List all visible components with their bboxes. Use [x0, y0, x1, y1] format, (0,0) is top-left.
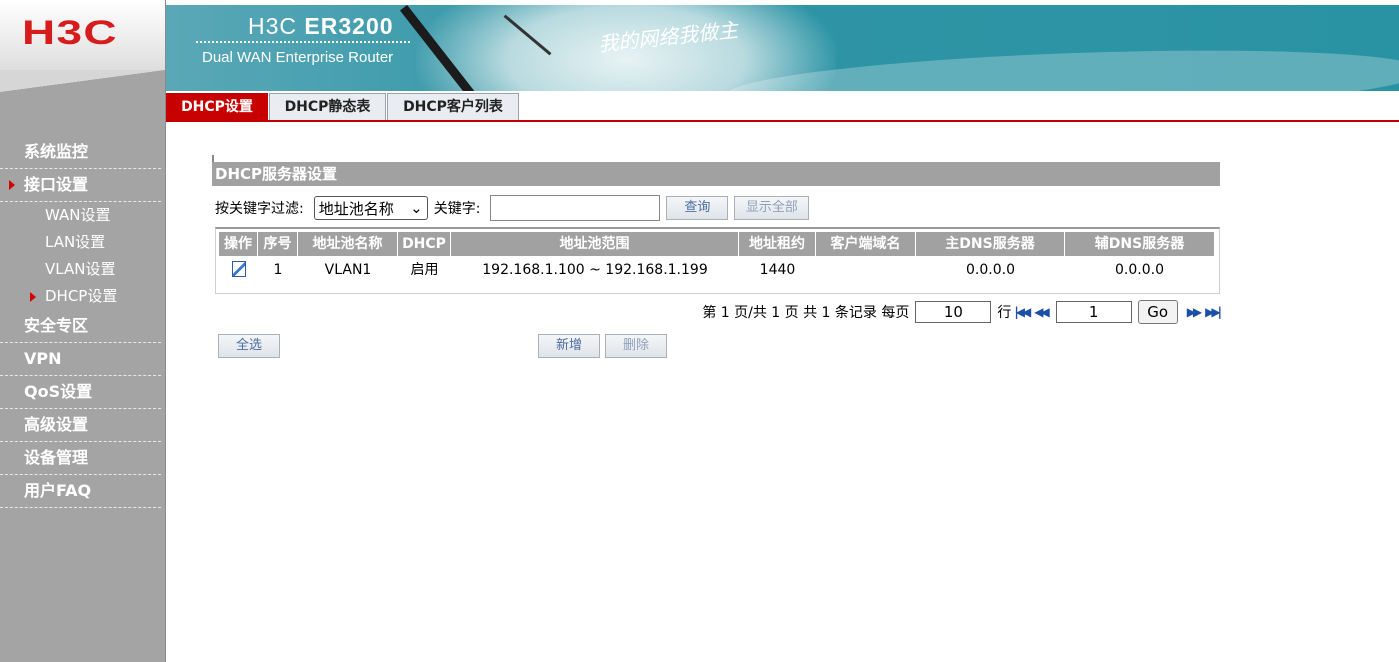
section-title: DHCP服务器设置: [212, 162, 1220, 186]
table-header: 操作 序号 地址池名称 DHCP 地址池范围 地址租约 客户端域名 主DNS服务…: [219, 232, 1214, 256]
column-header: 辅DNS服务器: [1065, 232, 1214, 256]
sidebar-subitem-label: WAN设置: [45, 206, 111, 224]
sidebar-subitem-label: LAN设置: [45, 233, 106, 251]
sidebar-item-label: 高级设置: [24, 415, 89, 434]
sidebar-subitem-lan[interactable]: LAN设置: [0, 229, 165, 256]
h3c-logo: H3C: [22, 14, 118, 52]
active-arrow-icon: [30, 292, 36, 302]
tab-dhcp-client-list[interactable]: DHCP客户列表: [387, 93, 519, 120]
column-header: 地址租约: [739, 232, 816, 256]
sidebar-item-label: 设备管理: [24, 448, 89, 467]
page-number-input[interactable]: 1: [1055, 301, 1132, 323]
keyword-label: 关键字:: [433, 201, 481, 217]
row-seq: 1: [273, 262, 283, 278]
sidebar-item-label: 系统监控: [24, 142, 89, 161]
active-arrow-icon: [9, 180, 15, 190]
sidebar-item-label: QoS设置: [24, 382, 93, 401]
sidebar-item-qos[interactable]: QoS设置: [0, 376, 161, 409]
filter-field-value: 地址池名称: [318, 199, 394, 218]
prev-page-icon[interactable]: ◀◀: [1034, 305, 1050, 319]
sidebar-subitem-vlan[interactable]: VLAN设置: [0, 256, 165, 283]
sidebar-subitem-label: VLAN设置: [45, 260, 116, 278]
column-header: 客户端域名: [816, 232, 916, 256]
tab-dhcp-settings[interactable]: DHCP设置: [166, 93, 268, 120]
first-page-icon[interactable]: |◀◀: [1014, 305, 1031, 319]
sidebar-subitem-label: DHCP设置: [45, 287, 118, 305]
column-header: 地址池名称: [298, 232, 398, 256]
chevron-down-icon: ⌄: [410, 199, 423, 217]
router-admin-page: H3C 系统监控 接口设置 WAN设置 LAN设置 VLAN设置 DHCP设置 …: [0, 0, 1399, 662]
delete-button[interactable]: 删除: [605, 334, 667, 358]
tab-bar: DHCP设置 DHCP静态表 DHCP客户列表: [166, 93, 1399, 122]
edit-icon[interactable]: [231, 261, 246, 277]
sidebar-item-security[interactable]: 安全专区: [0, 310, 161, 343]
go-button[interactable]: Go: [1137, 300, 1178, 324]
pagination: 第 1 页/共 1 页 共 1 条记录 每页 10 行 |◀◀ ◀◀ 1 Go …: [702, 300, 1222, 324]
table-row: 1 VLAN1 启用 192.168.1.100 ~ 192.168.1.199…: [219, 258, 1214, 282]
row-primary-dns: 0.0.0.0: [966, 262, 1015, 278]
pager-summary: 第 1 页/共 1 页 共 1 条记录 每页: [702, 305, 910, 321]
row-pool-name: VLAN1: [324, 262, 372, 278]
logo-divider: [0, 70, 165, 92]
sidebar-subitem-wan[interactable]: WAN设置: [0, 202, 165, 229]
per-page-input[interactable]: 10: [915, 301, 992, 323]
sidebar-item-vpn[interactable]: VPN: [0, 343, 161, 376]
sidebar-item-user-faq[interactable]: 用户FAQ: [0, 475, 161, 508]
row-client-domain: [816, 258, 916, 282]
show-all-button[interactable]: 显示全部: [734, 196, 810, 220]
keyword-input[interactable]: [490, 195, 661, 221]
tab-dhcp-static[interactable]: DHCP静态表: [269, 93, 386, 120]
column-header: DHCP: [398, 232, 451, 256]
column-header: 地址池范围: [451, 232, 739, 256]
sidebar: H3C 系统监控 接口设置 WAN设置 LAN设置 VLAN设置 DHCP设置 …: [0, 0, 166, 662]
filter-bar: 按关键字过滤: 地址池名称 ⌄ 关键字: 查询 显示全部: [215, 194, 810, 222]
product-model: H3C ER3200: [248, 13, 394, 39]
sidebar-item-device-management[interactable]: 设备管理: [0, 442, 161, 475]
header-banner: H3C ER3200 Dual WAN Enterprise Router 我的…: [166, 5, 1399, 91]
next-page-icon[interactable]: ▶▶: [1187, 305, 1203, 319]
sidebar-item-interface-settings[interactable]: 接口设置: [0, 169, 161, 202]
query-button[interactable]: 查询: [666, 196, 729, 220]
sidebar-item-advanced[interactable]: 高级设置: [0, 409, 161, 442]
sidebar-item-system-monitor[interactable]: 系统监控: [0, 136, 161, 169]
dhcp-pool-table: 操作 序号 地址池名称 DHCP 地址池范围 地址租约 客户端域名 主DNS服务…: [215, 227, 1220, 294]
sidebar-menu: 系统监控 接口设置 WAN设置 LAN设置 VLAN设置 DHCP设置 安全专区…: [0, 136, 165, 508]
column-header: 序号: [258, 232, 298, 256]
sidebar-subitem-dhcp[interactable]: DHCP设置: [0, 283, 165, 310]
product-subtitle: Dual WAN Enterprise Router: [202, 49, 394, 66]
select-all-button[interactable]: 全选: [218, 334, 280, 358]
row-pool-range: 192.168.1.100 ~ 192.168.1.199: [482, 262, 708, 278]
filter-field-select[interactable]: 地址池名称 ⌄: [313, 196, 428, 220]
sidebar-item-label: 接口设置: [24, 175, 89, 194]
row-dhcp-status: 启用: [410, 262, 439, 278]
model-underline: [196, 41, 410, 43]
sidebar-item-label: VPN: [24, 349, 62, 368]
filter-label: 按关键字过滤:: [215, 201, 304, 217]
last-page-icon[interactable]: ▶▶|: [1205, 305, 1222, 319]
row-lease: 1440: [759, 262, 796, 278]
sidebar-item-label: 安全专区: [24, 316, 89, 335]
column-header: 主DNS服务器: [916, 232, 1065, 256]
add-button[interactable]: 新增: [538, 334, 600, 358]
table-actions: 全选 新增 删除: [218, 334, 1218, 358]
sidebar-item-label: 用户FAQ: [24, 481, 92, 500]
pager-row-unit: 行: [997, 305, 1012, 321]
row-secondary-dns: 0.0.0.0: [1115, 262, 1164, 278]
row-actions: [219, 258, 258, 282]
column-header: 操作: [219, 232, 258, 256]
